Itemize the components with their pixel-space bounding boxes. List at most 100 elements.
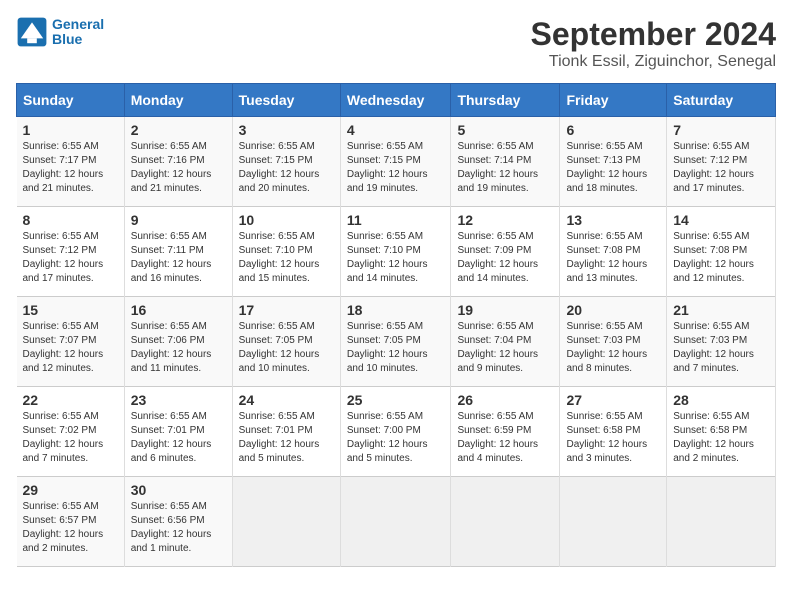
day-cell-24: 24 Sunrise: 6:55 AMSunset: 7:01 PMDayligh… xyxy=(232,387,340,477)
day-info: Sunrise: 6:55 AMSunset: 7:07 PMDaylight:… xyxy=(23,320,118,376)
day-info: Sunrise: 6:55 AMSunset: 6:58 PMDaylight:… xyxy=(566,410,660,466)
day-info: Sunrise: 6:55 AMSunset: 7:17 PMDaylight:… xyxy=(23,140,118,196)
day-cell-20: 20 Sunrise: 6:55 AMSunset: 7:03 PMDayligh… xyxy=(560,297,667,387)
day-info: Sunrise: 6:55 AMSunset: 7:11 PMDaylight:… xyxy=(131,230,226,286)
day-header-thursday: Thursday xyxy=(451,84,560,117)
day-number: 30 xyxy=(131,482,226,498)
day-cell-14: 14 Sunrise: 6:55 AMSunset: 7:08 PMDayligh… xyxy=(667,207,776,297)
day-number: 22 xyxy=(23,392,118,408)
empty-cell xyxy=(560,477,667,567)
day-number: 14 xyxy=(673,212,769,228)
day-number: 26 xyxy=(457,392,553,408)
calendar-week-3: 15 Sunrise: 6:55 AMSunset: 7:07 PMDayligh… xyxy=(17,297,776,387)
empty-cell xyxy=(340,477,451,567)
day-number: 12 xyxy=(457,212,553,228)
day-info: Sunrise: 6:55 AMSunset: 7:05 PMDaylight:… xyxy=(239,320,334,376)
day-cell-7: 7Sunrise: 6:55 AMSunset: 7:12 PMDaylight… xyxy=(667,117,776,207)
day-cell-11: 11 Sunrise: 6:55 AMSunset: 7:10 PMDayligh… xyxy=(340,207,451,297)
day-number: 11 xyxy=(347,212,445,228)
day-info: Sunrise: 6:55 AMSunset: 7:08 PMDaylight:… xyxy=(673,230,769,286)
day-number: 21 xyxy=(673,302,769,318)
calendar-week-2: 8 Sunrise: 6:55 AMSunset: 7:12 PMDaylight… xyxy=(17,207,776,297)
day-cell-9: 9 Sunrise: 6:55 AMSunset: 7:11 PMDaylight… xyxy=(124,207,232,297)
day-header-sunday: Sunday xyxy=(17,84,125,117)
day-cell-28: 28 Sunrise: 6:55 AMSunset: 6:58 PMDayligh… xyxy=(667,387,776,477)
day-number: 27 xyxy=(566,392,660,408)
day-number: 15 xyxy=(23,302,118,318)
day-number: 20 xyxy=(566,302,660,318)
day-number: 29 xyxy=(23,482,118,498)
day-number: 4 xyxy=(347,122,445,138)
day-number: 2 xyxy=(131,122,226,138)
day-cell-8: 8 Sunrise: 6:55 AMSunset: 7:12 PMDaylight… xyxy=(17,207,125,297)
day-number: 23 xyxy=(131,392,226,408)
day-info: Sunrise: 6:55 AMSunset: 7:03 PMDaylight:… xyxy=(566,320,660,376)
calendar-week-1: 1 Sunrise: 6:55 AMSunset: 7:17 PMDaylight… xyxy=(17,117,776,207)
day-cell-25: 25Sunrise: 6:55 AMSunset: 7:00 PMDayligh… xyxy=(340,387,451,477)
day-cell-1: 1 Sunrise: 6:55 AMSunset: 7:17 PMDaylight… xyxy=(17,117,125,207)
day-number: 28 xyxy=(673,392,769,408)
day-info: Sunrise: 6:55 AMSunset: 6:59 PMDaylight:… xyxy=(457,410,553,466)
day-number: 18 xyxy=(347,302,445,318)
day-info: Sunrise: 6:55 AMSunset: 7:00 PMDaylight:… xyxy=(347,410,445,466)
day-info: Sunrise: 6:55 AMSunset: 6:56 PMDaylight:… xyxy=(131,500,226,556)
day-number: 5 xyxy=(457,122,553,138)
day-header-saturday: Saturday xyxy=(667,84,776,117)
day-cell-19: 19 Sunrise: 6:55 AMSunset: 7:04 PMDayligh… xyxy=(451,297,560,387)
subtitle: Tionk Essil, Ziguinchor, Senegal xyxy=(531,53,776,71)
day-number: 17 xyxy=(239,302,334,318)
empty-cell xyxy=(232,477,340,567)
day-number: 8 xyxy=(23,212,118,228)
calendar-week-4: 22Sunrise: 6:55 AMSunset: 7:02 PMDayligh… xyxy=(17,387,776,477)
day-cell-27: 27 Sunrise: 6:55 AMSunset: 6:58 PMDayligh… xyxy=(560,387,667,477)
day-number: 13 xyxy=(566,212,660,228)
day-info: Sunrise: 6:55 AMSunset: 7:16 PMDaylight:… xyxy=(131,140,226,196)
day-info: Sunrise: 6:55 AMSunset: 7:13 PMDaylight:… xyxy=(566,140,660,196)
day-info: Sunrise: 6:55 AMSunset: 7:09 PMDaylight:… xyxy=(457,230,553,286)
day-info: Sunrise: 6:55 AMSunset: 7:14 PMDaylight:… xyxy=(457,140,553,196)
main-title: September 2024 xyxy=(531,16,776,53)
day-cell-16: 16Sunrise: 6:55 AMSunset: 7:06 PMDayligh… xyxy=(124,297,232,387)
day-cell-29: 29 Sunrise: 6:55 AMSunset: 6:57 PMDayligh… xyxy=(17,477,125,567)
day-cell-18: 18 Sunrise: 6:55 AMSunset: 7:05 PMDayligh… xyxy=(340,297,451,387)
day-info: Sunrise: 6:55 AMSunset: 7:04 PMDaylight:… xyxy=(457,320,553,376)
day-number: 19 xyxy=(457,302,553,318)
day-cell-26: 26 Sunrise: 6:55 AMSunset: 6:59 PMDayligh… xyxy=(451,387,560,477)
day-number: 6 xyxy=(566,122,660,138)
empty-cell xyxy=(667,477,776,567)
day-info: Sunrise: 6:55 AMSunset: 7:01 PMDaylight:… xyxy=(131,410,226,466)
logo-text: General Blue xyxy=(52,17,104,48)
page-header: General Blue September 2024 Tionk Essil,… xyxy=(16,16,776,71)
day-cell-13: 13 Sunrise: 6:55 AMSunset: 7:08 PMDayligh… xyxy=(560,207,667,297)
day-info: Sunrise: 6:55 AMSunset: 6:58 PMDaylight:… xyxy=(673,410,769,466)
day-info: Sunrise: 6:55 AMSunset: 7:10 PMDaylight:… xyxy=(239,230,334,286)
day-info: Sunrise: 6:55 AMSunset: 6:57 PMDaylight:… xyxy=(23,500,118,556)
day-info: Sunrise: 6:55 AMSunset: 7:01 PMDaylight:… xyxy=(239,410,334,466)
day-cell-4: 4 Sunrise: 6:55 AMSunset: 7:15 PMDaylight… xyxy=(340,117,451,207)
day-cell-22: 22Sunrise: 6:55 AMSunset: 7:02 PMDayligh… xyxy=(17,387,125,477)
header-row: SundayMondayTuesdayWednesdayThursdayFrid… xyxy=(17,84,776,117)
day-info: Sunrise: 6:55 AMSunset: 7:15 PMDaylight:… xyxy=(347,140,445,196)
logo-icon xyxy=(16,16,48,48)
day-cell-21: 21 Sunrise: 6:55 AMSunset: 7:03 PMDayligh… xyxy=(667,297,776,387)
day-info: Sunrise: 6:55 AMSunset: 7:03 PMDaylight:… xyxy=(673,320,769,376)
day-header-friday: Friday xyxy=(560,84,667,117)
day-info: Sunrise: 6:55 AMSunset: 7:15 PMDaylight:… xyxy=(239,140,334,196)
day-number: 24 xyxy=(239,392,334,408)
day-cell-12: 12 Sunrise: 6:55 AMSunset: 7:09 PMDayligh… xyxy=(451,207,560,297)
day-cell-2: 2 Sunrise: 6:55 AMSunset: 7:16 PMDaylight… xyxy=(124,117,232,207)
day-info: Sunrise: 6:55 AMSunset: 7:12 PMDaylight:… xyxy=(673,140,769,196)
day-info: Sunrise: 6:55 AMSunset: 7:10 PMDaylight:… xyxy=(347,230,445,286)
day-cell-17: 17 Sunrise: 6:55 AMSunset: 7:05 PMDayligh… xyxy=(232,297,340,387)
day-info: Sunrise: 6:55 AMSunset: 7:12 PMDaylight:… xyxy=(23,230,118,286)
day-number: 1 xyxy=(23,122,118,138)
day-cell-30: 30 Sunrise: 6:55 AMSunset: 6:56 PMDayligh… xyxy=(124,477,232,567)
day-cell-3: 3 Sunrise: 6:55 AMSunset: 7:15 PMDaylight… xyxy=(232,117,340,207)
day-number: 9 xyxy=(131,212,226,228)
day-info: Sunrise: 6:55 AMSunset: 7:05 PMDaylight:… xyxy=(347,320,445,376)
day-number: 3 xyxy=(239,122,334,138)
day-info: Sunrise: 6:55 AMSunset: 7:08 PMDaylight:… xyxy=(566,230,660,286)
day-number: 10 xyxy=(239,212,334,228)
day-number: 16 xyxy=(131,302,226,318)
calendar-week-5: 29 Sunrise: 6:55 AMSunset: 6:57 PMDayligh… xyxy=(17,477,776,567)
